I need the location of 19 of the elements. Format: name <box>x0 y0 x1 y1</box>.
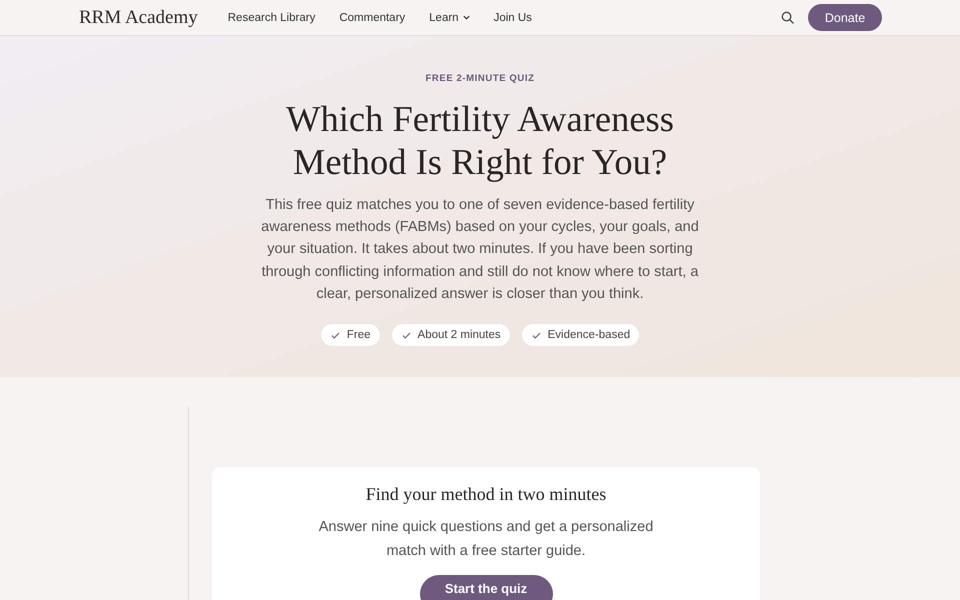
chip-label: Evidence-based <box>548 329 630 342</box>
search-icon[interactable] <box>781 11 794 24</box>
checkmark-icon <box>402 332 411 339</box>
chip-label: Free <box>346 329 371 342</box>
checkmark-icon <box>330 332 340 339</box>
chip-label: About 2 minutes <box>418 329 501 342</box>
card-title: Find your method in two minutes <box>366 484 606 505</box>
nav-link[interactable]: Research Library <box>228 12 316 24</box>
card-description: Answer nine quick questions and get a personalized match with a free starter guide. <box>318 518 654 561</box>
page-title: Which Fertility Awareness Method Is Right for You? <box>285 97 675 183</box>
nav-link[interactable]: Join Us <box>494 12 532 24</box>
start-quiz-button[interactable]: Start the quiz <box>420 575 552 600</box>
checkmark-icon <box>532 332 541 339</box>
nav-link[interactable]: Commentary <box>339 12 406 24</box>
eyebrow-label: FREE 2-MINUTE QUIZ <box>426 73 534 84</box>
donate-button[interactable]: Donate <box>808 4 882 31</box>
intro-paragraph: This free quiz matches you to one of seven evidence-based fertility awareness methods (FABMs) based on your cycles, your goals, and your situation. It takes about two minutes. If you have been sorting through conflicting information and still do not know where to start, a clear, personalized answer is closer than you think. <box>260 196 700 304</box>
nav-link[interactable]: Learn <box>429 12 470 24</box>
site-logo[interactable]: RRM Academy <box>79 6 198 29</box>
